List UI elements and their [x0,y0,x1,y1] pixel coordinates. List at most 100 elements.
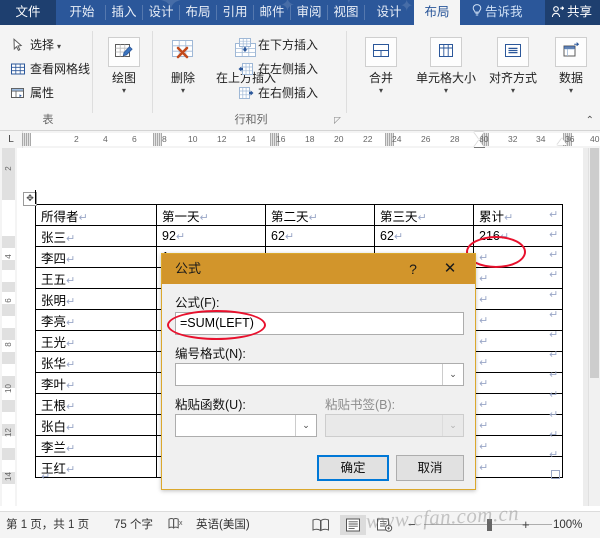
right-indent-marker[interactable] [557,138,567,145]
insert-right-button[interactable]: 在右侧插入 [238,83,318,103]
cancel-button[interactable]: 取消 [396,455,464,481]
tell-me-search[interactable]: 告诉我 [472,0,523,25]
insert-below-icon [238,37,254,53]
view-gridlines-label: 查看网格线 [30,62,90,76]
help-button[interactable]: ? [403,254,423,284]
chevron-down-icon: ⌄ [442,415,463,436]
hanging-indent-marker[interactable] [474,140,484,147]
table-cell-name[interactable]: 张白↵ [36,415,157,436]
ribbon-group-draw: 绘图 ▾ [96,25,152,130]
ruler-tick: 40 [590,133,599,146]
share-label: 共享 [567,5,592,19]
svg-text:x: x [179,520,183,527]
word-count[interactable]: 75 个字 [114,512,153,538]
spelling-check-icon[interactable]: x [168,512,184,538]
web-layout-button[interactable] [372,515,398,535]
table-cell-name[interactable]: 王红↵ [36,457,157,478]
table-cell-name[interactable]: 王光↵ [36,331,157,352]
select-menu[interactable]: 选择▾ [10,35,61,55]
insert-left-button[interactable]: 在左侧插入 [238,59,318,79]
chevron-down-icon[interactable]: ⌄ [442,364,463,385]
grid-lines-icon [10,61,26,77]
v-ruler-tick: 8 [4,338,13,351]
collapse-ribbon-button[interactable]: ⌃ [586,115,594,126]
tab-stop-selector[interactable]: L [0,131,23,148]
tab-review[interactable]: 审阅 [293,0,325,25]
ruler-tick: 16 [276,133,285,146]
table-cell-name[interactable]: 王根↵ [36,394,157,415]
table-properties-button[interactable]: 属性 [10,83,54,103]
table-cell-name[interactable]: 张华↵ [36,352,157,373]
insert-below-label: 在下方插入 [258,38,318,52]
zoom-level[interactable]: 100% [553,512,582,538]
vertical-scrollbar-thumb[interactable] [590,148,599,378]
zoom-in-button[interactable]: + [522,512,530,538]
table-cell-value[interactable]: 62↵ [266,226,375,247]
table-cell-name[interactable]: 李兰↵ [36,436,157,457]
table-cell-name[interactable]: 张三↵ [36,226,157,247]
tab-references[interactable]: 引用 [219,0,251,25]
view-gridlines-button[interactable]: 查看网格线 [10,59,90,79]
paste-function-combo[interactable]: ⌄ [175,414,317,437]
alignment-button[interactable]: 对齐方式 ▾ [484,37,542,95]
share-button[interactable]: 共享 [545,0,600,25]
read-mode-button[interactable] [308,515,334,535]
table-cell-name[interactable]: 张明↵ [36,289,157,310]
merge-cells-button[interactable]: 合并 ▾ [354,37,408,95]
horizontal-ruler-track[interactable]: 2 4 6 8 10 12 14 16 18 20 22 24 26 28 30… [22,133,600,146]
page-count[interactable]: 第 1 页，共 1 页 [6,512,89,538]
table-cell-name[interactable]: 李亮↵ [36,310,157,331]
insert-left-label: 在左侧插入 [258,62,318,76]
delete-table-button[interactable]: 删除 ▾ [156,37,210,95]
horizontal-ruler[interactable]: L 2 4 6 8 10 12 14 16 18 20 22 24 26 28 … [0,131,600,149]
ribbon-group-cells: 合并 ▾ 单元格大小 ▾ 对齐方式 ▾ [350,25,596,130]
zoom-slider-thumb[interactable] [487,519,492,531]
tab-mailings[interactable]: 邮件 [256,0,288,25]
cell-size-icon [430,37,462,67]
formula-dialog-title: 公式 [175,254,201,284]
table-header-cell[interactable]: 第三天↵ [375,205,474,226]
table-cell-value[interactable]: 92↵ [157,226,266,247]
number-format-combo[interactable]: ⌄ [175,363,464,386]
cell-size-button[interactable]: 单元格大小 ▾ [410,37,482,95]
print-layout-button[interactable] [340,515,366,535]
word-window: ✦ ✦ ✦ ✦ ✦ 文件 开始 插入 设计 布局 引用 邮件 审阅 视图 设计 … [0,0,600,538]
formula-dialog[interactable]: 公式 ? ✕ 公式(F): =SUM(LEFT) 编号格式(N): ⌄ 粘贴函数… [161,253,476,490]
table-header-cell[interactable]: 第一天↵ [157,205,266,226]
tab-layout-page[interactable]: 布局 [182,0,214,25]
tab-insert[interactable]: 插入 [108,0,140,25]
table-cell-value[interactable]: 62↵ [375,226,474,247]
tab-file[interactable]: 文件 [0,0,56,25]
tab-table-design[interactable]: 设计 [370,0,408,25]
zoom-out-button[interactable]: − [408,512,416,538]
cell-size-caret-icon: ▾ [410,87,482,95]
table-cell-name[interactable]: 李四↵ [36,247,157,268]
table-header-cell[interactable]: 第二天↵ [266,205,375,226]
ribbon-group-rows-columns: 删除 ▾ 在上方插入 在下方插入 在左侧插入 [156,25,346,130]
insert-below-button[interactable]: 在下方插入 [238,35,318,55]
chevron-down-icon[interactable]: ⌄ [295,415,316,436]
first-line-indent-marker[interactable] [474,132,484,139]
tab-home[interactable]: 开始 [62,0,102,25]
close-icon[interactable]: ✕ [439,254,461,284]
draw-table-button[interactable]: 绘图 ▾ [97,37,151,95]
v-ruler-tick: 12 [4,426,13,439]
tab-view[interactable]: 视图 [330,0,362,25]
ok-button[interactable]: 确定 [317,455,389,481]
ruler-tick: 22 [363,133,372,146]
vertical-ruler[interactable]: 2 4 6 8 10 12 14 [0,148,17,506]
table-cell-name[interactable]: 李叶↵ [36,373,157,394]
vertical-scrollbar[interactable] [588,148,600,506]
draw-table-icon [108,37,140,67]
table-cell-name[interactable]: 王五↵ [36,268,157,289]
ribbon: 选择▾ 查看网格线 属性 表 绘图 ▾ [0,25,600,131]
tab-table-layout[interactable]: 布局 [414,0,460,25]
ruler-tick: 32 [508,133,517,146]
tab-design-page[interactable]: 设计 [145,0,177,25]
tell-me-label: 告诉我 [485,5,523,19]
rows-columns-dialog-launcher[interactable]: ◸ [334,116,343,125]
vertical-ruler-track[interactable]: 2 4 6 8 10 12 14 [2,148,15,506]
language-indicator[interactable]: 英语(美国) [196,512,250,538]
table-header-cell[interactable]: 所得者↵ [36,205,157,226]
data-button[interactable]: 数据 ▾ [544,37,598,95]
